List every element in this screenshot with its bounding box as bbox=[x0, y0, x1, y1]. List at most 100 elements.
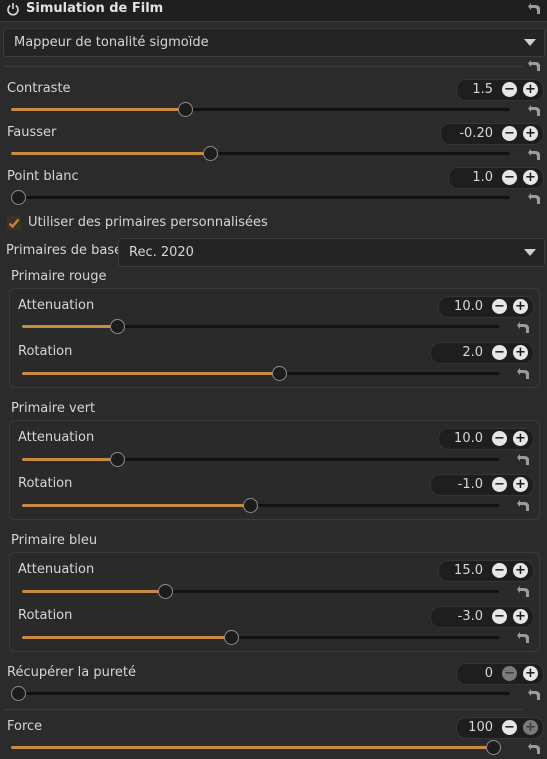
reset-icon[interactable] bbox=[517, 586, 531, 598]
decrement-button[interactable]: − bbox=[502, 666, 517, 681]
increment-button[interactable]: + bbox=[523, 666, 538, 681]
purity-value-box[interactable]: 0 − + bbox=[456, 663, 544, 685]
decrement-button[interactable]: − bbox=[492, 563, 507, 578]
force-slider[interactable] bbox=[11, 740, 501, 755]
tone-mapper-value: Mappeur de tonalité sigmoïde bbox=[14, 35, 209, 50]
skew-value-box[interactable]: -0.20 − + bbox=[440, 123, 544, 145]
custom-primaries-checkbox[interactable] bbox=[7, 216, 21, 230]
increment-button[interactable]: + bbox=[513, 431, 528, 446]
decrement-button[interactable]: − bbox=[492, 609, 507, 624]
rotation-label: Rotation bbox=[18, 344, 73, 359]
force-value: 100 bbox=[468, 720, 493, 735]
increment-button[interactable]: + bbox=[523, 720, 538, 735]
attenuation-slider[interactable] bbox=[22, 584, 499, 599]
reset-icon[interactable] bbox=[528, 689, 542, 701]
slider-handle[interactable] bbox=[486, 740, 501, 755]
white-point-value: 1.0 bbox=[472, 170, 493, 185]
tone-mapper-dropdown[interactable]: Mappeur de tonalité sigmoïde bbox=[3, 28, 545, 57]
module-title: Simulation de Film bbox=[26, 1, 164, 16]
contrast-value: 1.5 bbox=[472, 82, 493, 97]
slider-handle[interactable] bbox=[272, 366, 288, 381]
decrement-button[interactable]: − bbox=[492, 477, 507, 492]
decrement-button[interactable]: − bbox=[492, 345, 507, 360]
red-primary-title: Primaire rouge bbox=[11, 269, 107, 284]
force-label: Force bbox=[7, 719, 43, 734]
attenuation-value-box[interactable]: 10.0 − + bbox=[438, 296, 534, 318]
rotation-value: -1.0 bbox=[457, 477, 483, 492]
reset-icon[interactable] bbox=[528, 193, 542, 205]
attenuation-value: 15.0 bbox=[454, 563, 483, 578]
white-point-slider[interactable] bbox=[11, 190, 510, 205]
reset-icon[interactable] bbox=[517, 454, 531, 466]
reset-icon[interactable] bbox=[517, 500, 531, 512]
decrement-button[interactable]: − bbox=[502, 126, 517, 141]
rotation-slider[interactable] bbox=[22, 366, 499, 381]
reset-icon[interactable] bbox=[517, 632, 531, 644]
green-primary-title: Primaire vert bbox=[11, 401, 96, 416]
decrement-button[interactable]: − bbox=[502, 720, 517, 735]
white-point-value-box[interactable]: 1.0 − + bbox=[448, 167, 544, 189]
rotation-slider[interactable] bbox=[22, 630, 499, 645]
rotation-slider[interactable] bbox=[22, 498, 499, 513]
contrast-value-box[interactable]: 1.5 − + bbox=[456, 79, 544, 101]
attenuation-slider[interactable] bbox=[22, 452, 499, 467]
base-primaries-dropdown[interactable]: Rec. 2020 bbox=[118, 238, 545, 267]
increment-button[interactable]: + bbox=[513, 477, 528, 492]
increment-button[interactable]: + bbox=[523, 82, 538, 97]
slider-fill bbox=[22, 372, 280, 375]
rotation-label: Rotation bbox=[18, 476, 73, 491]
rotation-value: 2.0 bbox=[462, 345, 483, 360]
decrement-button[interactable]: − bbox=[492, 431, 507, 446]
slider-handle[interactable] bbox=[178, 102, 194, 117]
reset-icon[interactable] bbox=[528, 3, 542, 15]
rotation-value: -3.0 bbox=[457, 609, 483, 624]
slider-handle[interactable] bbox=[203, 146, 219, 161]
rotation-value-box[interactable]: -3.0 − + bbox=[430, 606, 534, 628]
reset-icon[interactable] bbox=[528, 60, 542, 72]
divider bbox=[3, 709, 523, 710]
slider-handle[interactable] bbox=[109, 319, 125, 334]
reset-icon[interactable] bbox=[528, 149, 542, 161]
attenuation-value-box[interactable]: 15.0 − + bbox=[438, 560, 534, 582]
slider-handle[interactable] bbox=[11, 686, 26, 701]
slider-handle[interactable] bbox=[11, 190, 26, 205]
rotation-value-box[interactable]: 2.0 − + bbox=[430, 342, 534, 364]
force-value-box[interactable]: 100 − + bbox=[456, 717, 544, 739]
slider-handle[interactable] bbox=[109, 452, 125, 467]
decrement-button[interactable]: − bbox=[502, 82, 517, 97]
purity-slider[interactable] bbox=[11, 686, 510, 701]
attenuation-value: 10.0 bbox=[454, 431, 483, 446]
slider-fill bbox=[22, 590, 166, 593]
contrast-slider[interactable] bbox=[11, 102, 510, 117]
increment-button[interactable]: + bbox=[513, 345, 528, 360]
attenuation-value-box[interactable]: 10.0 − + bbox=[438, 428, 534, 450]
skew-value: -0.20 bbox=[459, 126, 493, 141]
chevron-down-icon bbox=[524, 249, 536, 256]
attenuation-value: 10.0 bbox=[454, 299, 483, 314]
base-primaries-value: Rec. 2020 bbox=[129, 245, 194, 260]
increment-button[interactable]: + bbox=[513, 609, 528, 624]
reset-icon[interactable] bbox=[517, 368, 531, 380]
increment-button[interactable]: + bbox=[513, 563, 528, 578]
attenuation-slider[interactable] bbox=[22, 319, 499, 334]
rotation-value-box[interactable]: -1.0 − + bbox=[430, 474, 534, 496]
chevron-down-icon bbox=[524, 39, 536, 46]
increment-button[interactable]: + bbox=[523, 126, 538, 141]
custom-primaries-label: Utiliser des primaires personnalisées bbox=[28, 215, 268, 230]
increment-button[interactable]: + bbox=[523, 170, 538, 185]
slider-fill bbox=[22, 325, 118, 328]
decrement-button[interactable]: − bbox=[492, 299, 507, 314]
reset-icon[interactable] bbox=[517, 322, 531, 334]
power-icon[interactable] bbox=[6, 2, 20, 16]
slider-fill bbox=[11, 152, 211, 155]
slider-handle[interactable] bbox=[157, 584, 173, 599]
reset-icon[interactable] bbox=[528, 743, 542, 755]
slider-fill bbox=[22, 504, 251, 507]
attenuation-label: Attenuation bbox=[18, 562, 95, 577]
increment-button[interactable]: + bbox=[513, 299, 528, 314]
checkmark-icon bbox=[8, 218, 20, 229]
decrement-button[interactable]: − bbox=[502, 170, 517, 185]
reset-icon[interactable] bbox=[528, 105, 542, 117]
attenuation-label: Attenuation bbox=[18, 430, 95, 445]
skew-slider[interactable] bbox=[11, 146, 510, 161]
